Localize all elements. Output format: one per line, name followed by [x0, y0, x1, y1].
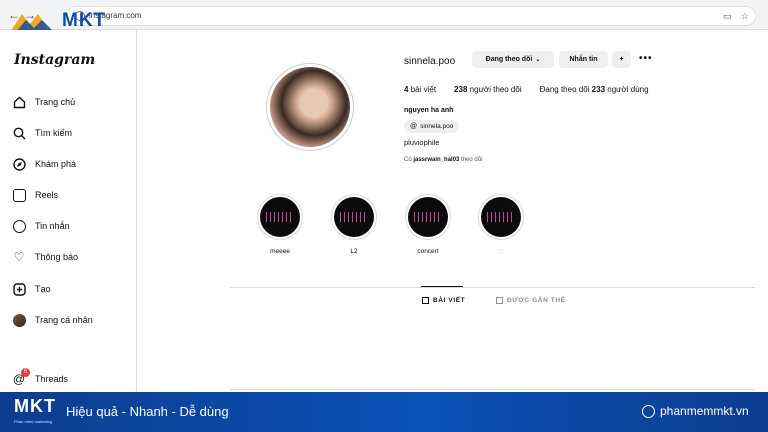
sidebar-item-label: Trang cá nhân — [35, 315, 93, 325]
promo-banner: MKT Phần mềm marketing Hiệu quả - Nhanh … — [0, 392, 768, 432]
heart-icon: ♡ — [13, 250, 25, 264]
following-stat[interactable]: Đang theo dõi 233 người dùng — [540, 85, 649, 94]
bookmark-star-icon[interactable]: ☆ — [741, 11, 749, 22]
sidebar-item-label: Thông báo — [35, 252, 79, 262]
sidebar-item-create[interactable]: Tạo — [12, 279, 132, 299]
sidebar-item-reels[interactable]: Reels — [12, 185, 132, 205]
tag-icon — [496, 297, 503, 304]
sidebar-item-label: Trang chủ — [35, 97, 76, 107]
highlight-cover — [257, 194, 303, 240]
grid-icon — [422, 297, 429, 304]
sidebar-item-search[interactable]: Tìm kiếm — [12, 123, 132, 143]
highlight-label: L2 — [350, 248, 358, 255]
home-icon — [12, 95, 26, 109]
messenger-icon — [12, 219, 26, 233]
highlight-label: ♡ — [498, 249, 504, 256]
tab-label: ĐƯỢC GẮN THẺ — [507, 297, 566, 304]
highlight-cover — [478, 194, 524, 240]
highlight-item[interactable]: ♡ — [477, 194, 525, 256]
tab-label: BÀI VIẾT — [433, 297, 466, 304]
cast-icon[interactable]: ▭ — [723, 11, 732, 22]
reels-icon — [12, 188, 26, 202]
banner-slogan: Hiệu quả - Nhanh - Dễ dùng — [66, 404, 229, 419]
followers-stat[interactable]: 238 người theo dõi — [454, 85, 522, 94]
globe-icon — [642, 405, 655, 418]
active-tab-indicator — [421, 286, 463, 287]
sidebar-item-label: Tìm kiếm — [35, 128, 72, 138]
tab-tagged[interactable]: ĐƯỢC GẮN THẺ — [496, 297, 566, 304]
profile-full-name: nguyen ha anh — [404, 107, 454, 114]
sidebar-item-home[interactable]: Trang chủ — [12, 92, 132, 112]
sidebar-item-profile[interactable]: Trang cá nhân — [12, 310, 132, 330]
profile-avatar[interactable] — [266, 63, 354, 151]
banner-website[interactable]: phanmemmkt.vn — [660, 404, 749, 418]
profile-username: sinnela.poo — [404, 56, 456, 67]
sidebar-item-messages[interactable]: Tin nhắn — [12, 216, 132, 236]
avatar-icon — [12, 313, 26, 327]
address-bar[interactable]: instagram.com ▭ ☆ — [66, 6, 756, 26]
sidebar-item-label: Reels — [35, 190, 59, 200]
banner-brand-sub: Phần mềm marketing — [14, 419, 53, 424]
threads-link[interactable]: @ sinnela.poo — [404, 120, 460, 133]
threads-icon: @ — [410, 123, 418, 130]
tabs-divider — [230, 287, 755, 288]
add-user-icon[interactable]: + — [612, 51, 631, 68]
sidebar-item-label: Khám phá — [35, 159, 77, 169]
sidebar-item-threads[interactable]: @6 Threads — [12, 368, 132, 389]
following-button-label: Đang theo dõi — [485, 56, 533, 63]
compass-icon — [12, 157, 26, 171]
instagram-logo[interactable]: Instagram — [14, 52, 95, 68]
sidebar-item-label: Tin nhắn — [35, 221, 70, 231]
sidebar-item-explore[interactable]: Khám phá — [12, 154, 132, 174]
highlight-item[interactable]: meeee — [256, 194, 304, 255]
threads-icon: @6 — [12, 368, 30, 386]
plus-icon — [12, 282, 26, 296]
sidebar-item-label: Tạo — [35, 284, 51, 294]
sidebar: Instagram Trang chủ Tìm kiếm Khám phá Re… — [0, 30, 137, 392]
banner-brand: MKT — [14, 396, 56, 416]
highlight-item[interactable]: L2 — [330, 194, 378, 255]
profile-stats: 4 bài viết 238 người theo dõi Đang theo … — [404, 85, 649, 94]
followed-by-text[interactable]: Có jassrwain_hal03 theo dõi — [404, 157, 482, 163]
more-options-icon[interactable]: ••• — [639, 53, 653, 64]
search-icon — [12, 126, 26, 140]
highlight-label: meeee — [270, 248, 290, 255]
content-divider — [230, 389, 755, 390]
following-button[interactable]: Đang theo dõi ⌄ — [472, 51, 554, 68]
notification-badge: 6 — [21, 368, 30, 377]
threads-handle: sinnela.poo — [420, 123, 454, 130]
highlight-cover — [405, 194, 451, 240]
profile-bio: pluviophile — [404, 138, 440, 147]
highlight-cover — [331, 194, 377, 240]
highlight-item[interactable]: concert — [404, 194, 452, 255]
sidebar-item-label: Threads — [35, 374, 69, 384]
sidebar-item-notifications[interactable]: ♡ Thông báo — [12, 247, 132, 267]
tab-posts[interactable]: BÀI VIẾT — [422, 297, 465, 304]
posts-stat: 4 bài viết — [404, 85, 437, 94]
watermark-brand: MKT — [62, 10, 107, 31]
profile-photo — [270, 67, 350, 147]
chevron-down-icon: ⌄ — [535, 57, 541, 63]
highlight-label: concert — [417, 248, 439, 255]
message-button[interactable]: Nhắn tin — [559, 51, 608, 68]
